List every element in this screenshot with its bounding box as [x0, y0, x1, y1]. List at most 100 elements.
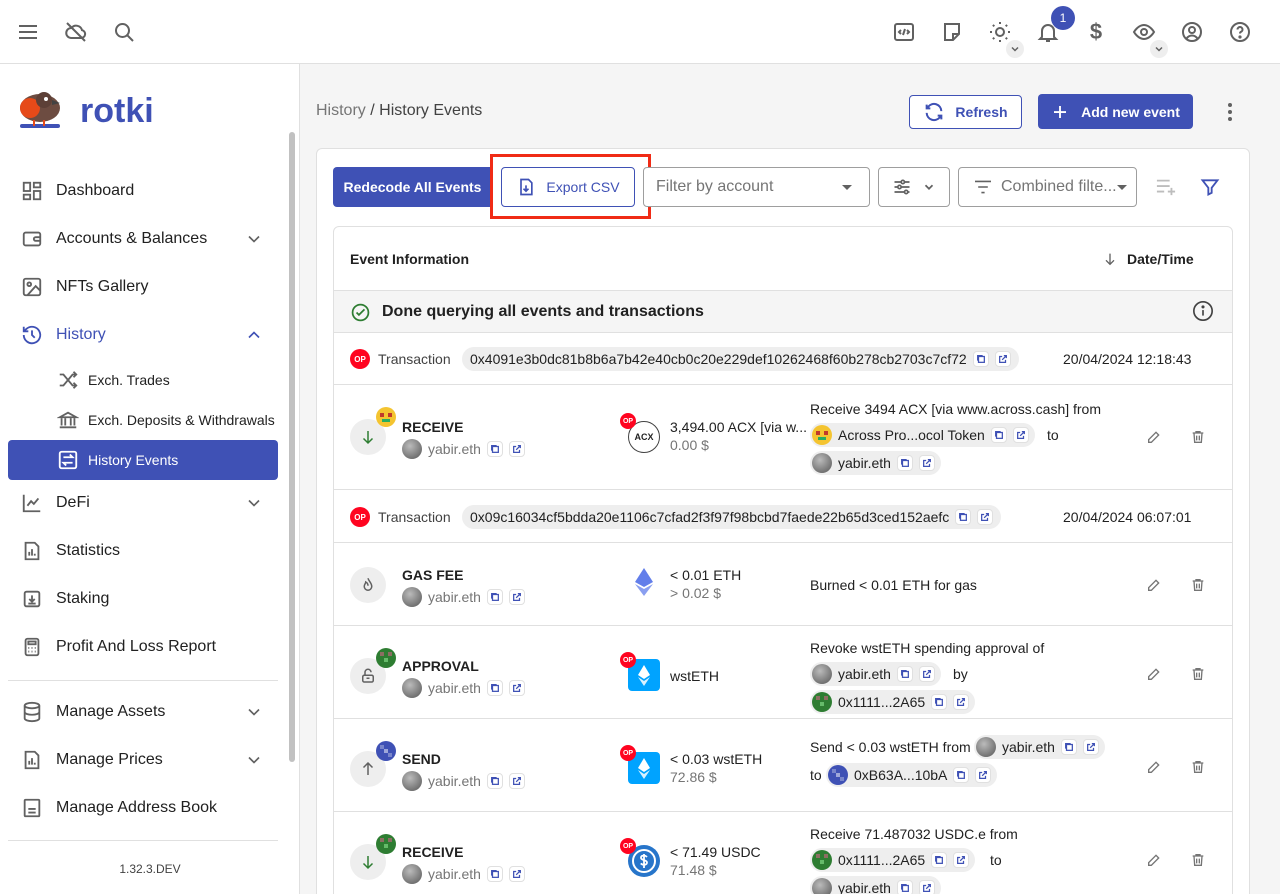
note-icon[interactable] [936, 16, 968, 48]
chip-label: 0xB63A...10bA [854, 767, 948, 783]
external-link-icon[interactable] [953, 694, 970, 710]
address-chip[interactable]: 0xB63A...10bA [826, 763, 998, 787]
external-link-icon[interactable] [975, 767, 992, 783]
copy-icon[interactable] [972, 351, 989, 367]
arrow-down-sort-icon[interactable] [1102, 251, 1118, 267]
more-vert-icon[interactable] [1218, 98, 1242, 126]
copy-icon[interactable] [990, 427, 1007, 443]
ethereum-icon [635, 568, 653, 596]
copy-icon[interactable] [931, 852, 948, 868]
address-chip[interactable]: yabir.eth [810, 451, 941, 475]
sidebar-scrollbar[interactable] [289, 132, 295, 762]
external-link-icon[interactable] [918, 880, 935, 894]
delete-icon[interactable] [1190, 759, 1208, 777]
copy-icon[interactable] [953, 767, 970, 783]
sidebar-item-address-book[interactable]: Manage Address Book [8, 788, 278, 828]
help-icon[interactable] [1224, 16, 1256, 48]
edit-icon[interactable] [1146, 666, 1164, 684]
edit-icon[interactable] [1146, 759, 1164, 777]
sidebar-item-exch-deposits[interactable]: Exch. Deposits & Withdrawals [8, 400, 278, 440]
address-chip[interactable]: yabir.eth [810, 876, 941, 894]
external-link-icon[interactable] [508, 589, 525, 605]
copy-icon[interactable] [896, 880, 913, 894]
external-link-icon[interactable] [1012, 427, 1029, 443]
tx-hash-chip[interactable]: 0x4091e3b0dc81b8b6a7b42e40cb0c20e229def1… [462, 347, 1019, 371]
sidebar-item-manage-prices[interactable]: Manage Prices [8, 740, 278, 780]
edit-icon[interactable] [1146, 577, 1164, 595]
event-row: RECEIVE yabir.eth OP < 71.49 USDC 71.48 … [334, 812, 1232, 894]
filter-icon[interactable] [1200, 177, 1222, 199]
fire-icon [350, 567, 386, 603]
edit-icon[interactable] [1146, 852, 1164, 870]
sidebar-item-dashboard[interactable]: Dashboard [8, 171, 278, 211]
sidebar-item-pnl-report[interactable]: Profit And Loss Report [8, 627, 278, 667]
playlist-add-icon[interactable] [1155, 177, 1179, 199]
privacy-chevron-down-icon[interactable] [1150, 40, 1168, 58]
copy-icon[interactable] [486, 866, 503, 882]
code-icon[interactable] [888, 16, 920, 48]
copy-icon[interactable] [486, 680, 503, 696]
copy-icon[interactable] [486, 441, 503, 457]
brand[interactable]: rotki [14, 86, 154, 136]
description-text: Receive 3494 ACX [via www.across.cash] f… [810, 401, 1102, 417]
sidebar-item-exch-trades[interactable]: Exch. Trades [8, 360, 278, 400]
external-link-icon[interactable] [1082, 739, 1099, 755]
address-chip[interactable]: Across Pro...ocol Token [810, 423, 1035, 447]
sidebar-item-statistics[interactable]: Statistics [8, 531, 278, 571]
currency-icon[interactable]: $ [1080, 16, 1112, 48]
external-link-icon[interactable] [508, 866, 525, 882]
delete-icon[interactable] [1190, 577, 1208, 595]
external-link-icon[interactable] [918, 455, 935, 471]
copy-icon[interactable] [896, 666, 913, 682]
redecode-all-events-button[interactable]: Redecode All Events [333, 167, 492, 207]
edit-icon[interactable] [1146, 429, 1164, 447]
breadcrumb-root[interactable]: History [316, 102, 366, 119]
settings-filter-button[interactable] [878, 167, 950, 207]
sidebar-item-defi[interactable]: DeFi [8, 483, 278, 523]
menu-icon[interactable] [12, 16, 44, 48]
external-link-icon[interactable] [994, 351, 1011, 367]
account-icon[interactable] [1176, 16, 1208, 48]
sidebar-item-history-events[interactable]: History Events [8, 440, 278, 480]
copy-icon[interactable] [1060, 739, 1077, 755]
search-icon[interactable] [108, 16, 140, 48]
account-name: yabir.eth [428, 441, 481, 457]
theme-chevron-down-icon[interactable] [1006, 40, 1024, 58]
sidebar-item-nfts[interactable]: NFTs Gallery [8, 267, 278, 307]
sidebar-item-history[interactable]: History [8, 315, 278, 355]
copy-icon[interactable] [955, 509, 972, 525]
external-link-icon[interactable] [508, 773, 525, 789]
copy-icon[interactable] [486, 589, 503, 605]
event-type: APPROVAL [402, 658, 479, 674]
sidebar-item-manage-assets[interactable]: Manage Assets [8, 692, 278, 732]
token-avatar-icon [812, 425, 832, 445]
address-chip[interactable]: 0x1111...2A65 [810, 848, 976, 872]
refresh-button[interactable]: Refresh [909, 95, 1022, 129]
delete-icon[interactable] [1190, 852, 1208, 870]
external-link-icon[interactable] [508, 680, 525, 696]
external-link-icon[interactable] [953, 852, 970, 868]
add-new-event-button[interactable]: Add new event [1038, 94, 1193, 129]
sidebar-item-staking[interactable]: Staking [8, 579, 278, 619]
copy-icon[interactable] [896, 455, 913, 471]
cloud-off-icon[interactable] [60, 16, 92, 48]
external-link-icon[interactable] [977, 509, 994, 525]
copy-icon[interactable] [931, 694, 948, 710]
tx-hash-chip[interactable]: 0x09c16034cf5bdda20e1106c7cfad2f3f97f98b… [462, 505, 1002, 529]
copy-icon[interactable] [486, 773, 503, 789]
event-type: RECEIVE [402, 419, 464, 435]
address-chip[interactable]: yabir.eth [810, 662, 941, 686]
chip-label: 0x1111...2A65 [838, 852, 926, 868]
delete-icon[interactable] [1190, 666, 1208, 684]
info-icon[interactable] [1192, 300, 1214, 322]
sidebar-item-accounts-balances[interactable]: Accounts & Balances [8, 219, 278, 259]
external-link-icon[interactable] [508, 441, 525, 457]
col-date-time[interactable]: Date/Time [1127, 251, 1194, 267]
external-link-icon[interactable] [918, 666, 935, 682]
refresh-icon [926, 102, 943, 122]
address-chip[interactable]: 0x1111...2A65 [810, 690, 976, 714]
combined-filter-input[interactable]: Combined filte... [958, 167, 1137, 207]
address-chip[interactable]: yabir.eth [974, 735, 1105, 759]
account-filter-select[interactable]: Filter by account [643, 167, 870, 207]
delete-icon[interactable] [1190, 429, 1208, 447]
